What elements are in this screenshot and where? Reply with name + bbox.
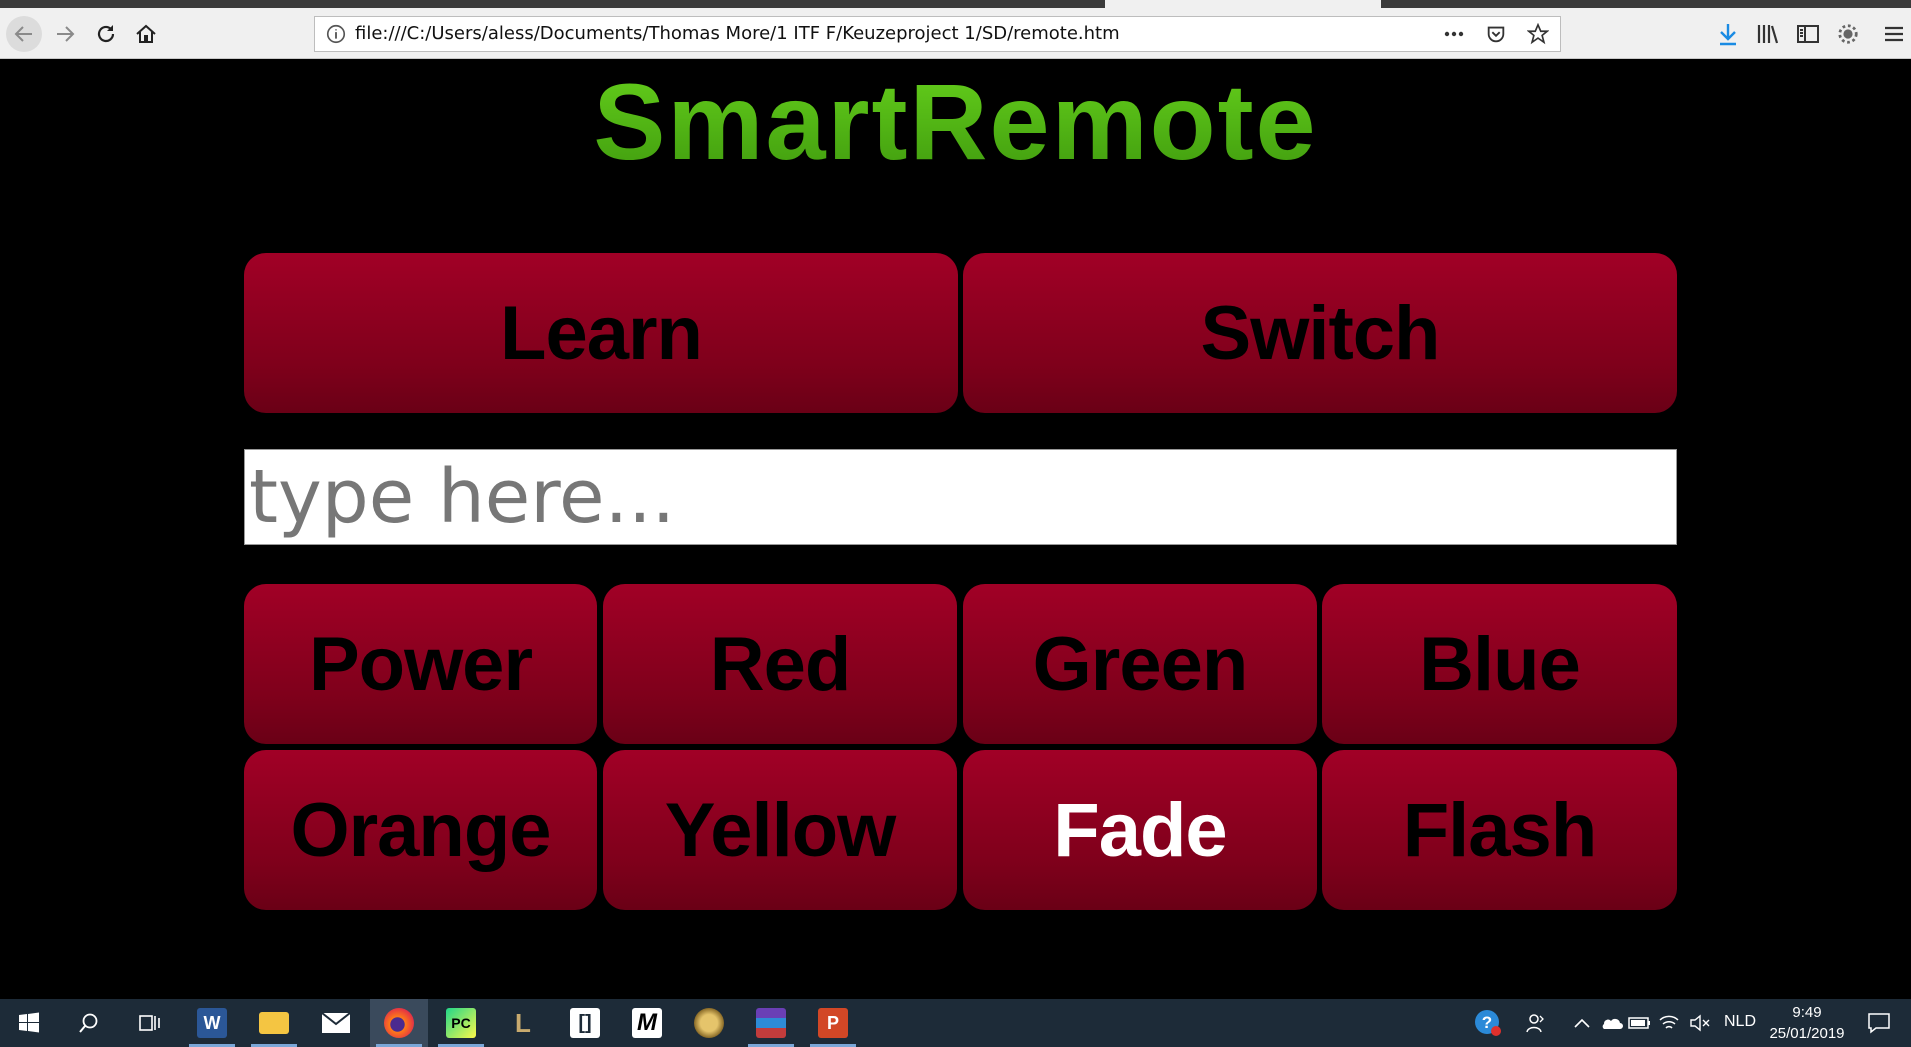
- people-icon[interactable]: [1525, 1011, 1549, 1035]
- learn-button[interactable]: Learn: [244, 253, 958, 413]
- blue-button[interactable]: Blue: [1322, 584, 1677, 744]
- red-button[interactable]: Red: [603, 584, 957, 744]
- switch-button[interactable]: Switch: [963, 253, 1677, 413]
- help-icon[interactable]: ?: [1473, 1008, 1503, 1038]
- library-icon[interactable]: [1755, 21, 1781, 47]
- reload-button[interactable]: [88, 16, 124, 52]
- taskbar-app-pycharm[interactable]: PC: [432, 999, 490, 1047]
- clock-time: 9:49: [1792, 1004, 1822, 1021]
- taskbar-app-file-explorer[interactable]: [245, 999, 303, 1047]
- wifi-icon[interactable]: [1657, 1011, 1681, 1035]
- back-button[interactable]: [6, 16, 42, 52]
- taskbar-app-medium[interactable]: M: [618, 999, 676, 1047]
- taskbar-app-firefox[interactable]: [370, 999, 428, 1047]
- taskbar-clock[interactable]: 9:49 25/01/2019: [1764, 1002, 1850, 1044]
- home-button[interactable]: [128, 16, 164, 52]
- info-icon[interactable]: [325, 23, 347, 45]
- task-view-icon: [139, 1015, 160, 1031]
- league-icon: L: [515, 1007, 531, 1038]
- yellow-button[interactable]: Yellow: [603, 750, 957, 910]
- taskbar-app-word[interactable]: W: [183, 999, 241, 1047]
- taskbar-app-bracket[interactable]: []: [556, 999, 614, 1047]
- forward-button[interactable]: [47, 16, 83, 52]
- battery-icon[interactable]: [1628, 1011, 1652, 1035]
- task-view-button[interactable]: [121, 999, 179, 1047]
- volume-muted-icon[interactable]: [1688, 1011, 1712, 1035]
- back-icon: [14, 26, 32, 42]
- address-bar[interactable]: file:///C:/Users/aless/Documents/Thomas …: [314, 16, 1561, 52]
- search-button[interactable]: [60, 999, 118, 1047]
- folder-icon: [259, 1012, 289, 1034]
- taskbar-app-game[interactable]: [680, 999, 738, 1047]
- word-icon: W: [197, 1008, 227, 1038]
- medium-icon: M: [632, 1008, 662, 1038]
- reload-icon: [97, 25, 115, 43]
- taskbar-app-winrar[interactable]: [742, 999, 800, 1047]
- svg-text:?: ?: [1482, 1013, 1492, 1032]
- onedrive-icon[interactable]: [1599, 1011, 1623, 1035]
- chevron-up-icon[interactable]: [1570, 1011, 1594, 1035]
- windows-logo-icon: [19, 1012, 39, 1033]
- start-button[interactable]: [0, 999, 58, 1047]
- tab-strip: [0, 0, 1911, 8]
- green-button[interactable]: Green: [963, 584, 1317, 744]
- pycharm-icon: PC: [446, 1008, 476, 1038]
- firefox-icon: [384, 1008, 414, 1038]
- url-text[interactable]: file:///C:/Users/aless/Documents/Thomas …: [355, 23, 1120, 44]
- search-icon: [79, 1013, 98, 1033]
- input-language[interactable]: NLD: [1724, 1013, 1756, 1031]
- winrar-icon: [756, 1008, 786, 1038]
- bracket-app-icon: []: [570, 1008, 600, 1038]
- game-icon: [694, 1008, 724, 1038]
- more-icon[interactable]: [1442, 22, 1466, 46]
- fade-button[interactable]: Fade: [963, 750, 1317, 910]
- menu-icon[interactable]: [1881, 21, 1907, 47]
- forward-icon: [57, 26, 75, 42]
- page-title: SmartRemote: [0, 62, 1911, 182]
- active-tab[interactable]: [1105, 0, 1381, 8]
- taskbar-app-league-of-legends[interactable]: L: [494, 999, 552, 1047]
- windows-taskbar: W PC L [] M P ? NLD 9:49 25/01/2019: [0, 999, 1911, 1047]
- command-input[interactable]: [244, 449, 1677, 545]
- flash-button[interactable]: Flash: [1322, 750, 1677, 910]
- sidebar-icon[interactable]: [1795, 21, 1821, 47]
- powerpoint-icon: P: [818, 1008, 848, 1038]
- bookmark-star-icon[interactable]: [1526, 22, 1550, 46]
- taskbar-app-mail[interactable]: [307, 999, 365, 1047]
- orange-button[interactable]: Orange: [244, 750, 597, 910]
- download-icon[interactable]: [1715, 21, 1741, 47]
- notifications-icon[interactable]: [1866, 1010, 1892, 1036]
- browser-toolbar: file:///C:/Users/aless/Documents/Thomas …: [0, 0, 1911, 59]
- pocket-icon[interactable]: [1484, 22, 1508, 46]
- mail-icon: [321, 1008, 351, 1038]
- clock-date: 25/01/2019: [1769, 1025, 1845, 1042]
- taskbar-app-powerpoint[interactable]: P: [804, 999, 862, 1047]
- home-icon: [136, 24, 156, 43]
- power-button[interactable]: Power: [244, 584, 597, 744]
- extension-gear-icon[interactable]: [1835, 21, 1861, 47]
